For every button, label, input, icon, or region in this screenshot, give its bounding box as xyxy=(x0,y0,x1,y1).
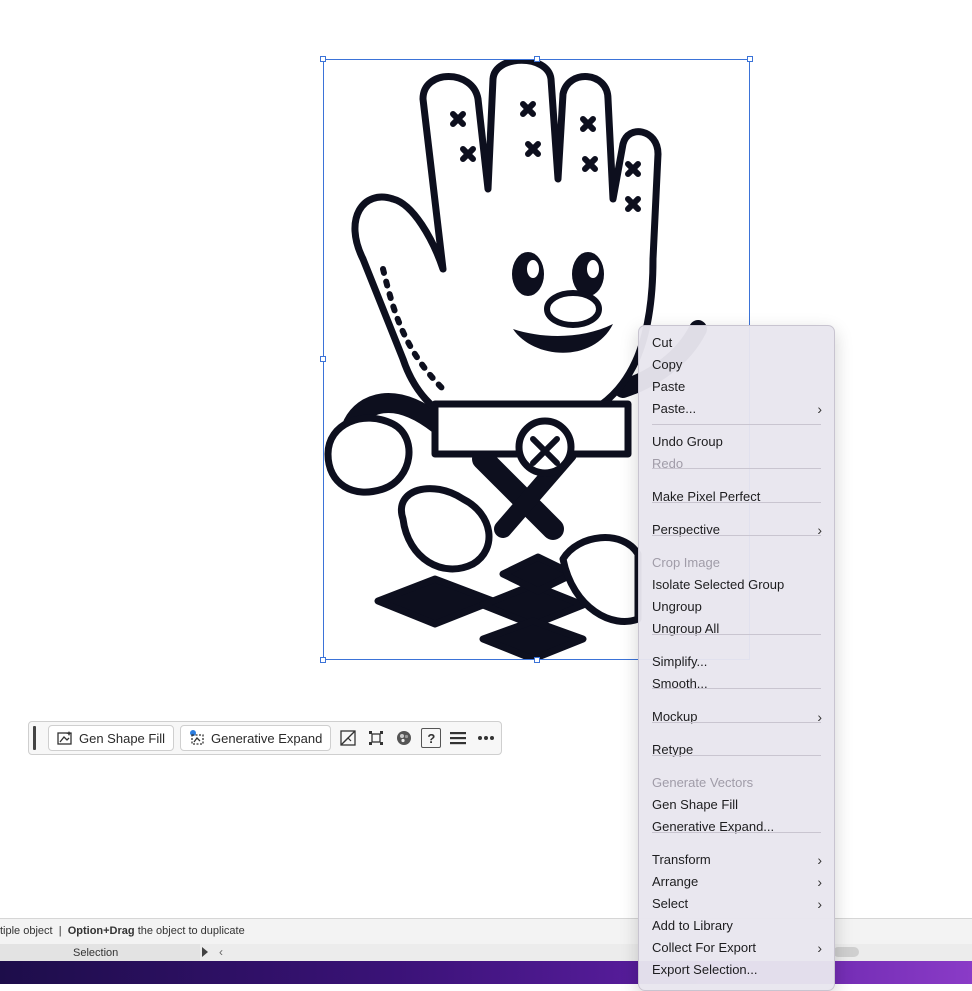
submenu-chevron-icon: › xyxy=(817,940,822,956)
menu-item-ungroup[interactable]: Ungroup xyxy=(652,596,822,618)
menu-item-label: Cut xyxy=(652,335,673,350)
menu-item-label: Select xyxy=(652,896,689,911)
resize-handle-top-left[interactable] xyxy=(320,56,326,62)
menu-separator xyxy=(652,502,821,503)
submenu-chevron-icon: › xyxy=(817,522,822,538)
contextual-task-bar: Gen Shape Fill Generative Expand ? xyxy=(28,721,502,755)
tool-menu-arrow-icon[interactable] xyxy=(202,947,208,957)
resize-handle-bottom-left[interactable] xyxy=(320,657,326,663)
menu-item-simplify[interactable]: Simplify... xyxy=(652,651,822,673)
more-options-button[interactable] xyxy=(475,727,497,749)
current-tool-label: Selection xyxy=(73,947,119,959)
resize-handle-top-middle[interactable] xyxy=(534,56,540,62)
submenu-chevron-icon: › xyxy=(817,896,822,912)
menu-item-mockup[interactable]: Mockup › xyxy=(652,706,822,728)
menu-item-label: Generate Vectors xyxy=(652,775,754,790)
menu-item-label: Isolate Selected Group xyxy=(652,577,785,592)
generative-expand-icon xyxy=(190,730,204,745)
menu-item-label: Undo Group xyxy=(652,434,723,449)
menu-item-undo-group[interactable]: Undo Group xyxy=(652,431,822,453)
more-icon xyxy=(478,736,495,740)
submenu-chevron-icon: › xyxy=(817,709,822,725)
menu-item-crop-image: Crop Image xyxy=(652,552,822,574)
resize-handle-middle-left[interactable] xyxy=(320,356,326,362)
menu-separator xyxy=(652,722,821,723)
submenu-chevron-icon: › xyxy=(817,874,822,890)
menu-item-generative-expand[interactable]: Generative Expand... xyxy=(652,816,822,838)
recolor-button[interactable] xyxy=(393,727,415,749)
menu-item-label: Transform xyxy=(652,852,711,867)
context-menu: Cut Copy Paste Paste... › Undo Group Redo Make … xyxy=(638,325,835,991)
menu-item-export-selection[interactable]: Export Selection... xyxy=(652,959,822,981)
menu-item-label: Paste xyxy=(652,379,686,394)
menu-item-paste[interactable]: Paste... › xyxy=(652,398,822,420)
menu-item-copy[interactable]: Copy xyxy=(652,354,822,376)
menu-item-label: Gen Shape Fill xyxy=(652,797,738,812)
scroll-left-arrow-icon[interactable]: ‹ xyxy=(219,944,223,961)
recolor-icon xyxy=(397,731,412,745)
resize-handle-top-right[interactable] xyxy=(747,56,753,62)
resize-handle-bottom-middle[interactable] xyxy=(534,657,540,663)
status-divider: | xyxy=(58,925,62,937)
menu-item-perspective[interactable]: Perspective › xyxy=(652,519,822,541)
menu-item-redo: Redo xyxy=(652,453,822,475)
scrollbar-thumb[interactable] xyxy=(833,947,859,957)
menu-item-select[interactable]: Select › xyxy=(652,893,822,915)
gen-shape-fill-label: Gen Shape Fill xyxy=(79,730,165,746)
menu-separator xyxy=(652,634,821,635)
status-hint-key: Option+Drag xyxy=(67,925,135,937)
gen-shape-fill-button[interactable]: Gen Shape Fill xyxy=(48,725,174,751)
mask-button[interactable] xyxy=(337,727,359,749)
menu-item-generate-vectors: Generate Vectors xyxy=(652,772,822,794)
current-tool-indicator[interactable]: Selection xyxy=(0,944,200,961)
menu-separator xyxy=(652,688,821,689)
mask-icon xyxy=(340,730,356,746)
menu-item-collect-for-export[interactable]: Collect For Export › xyxy=(652,937,822,959)
menu-separator xyxy=(652,468,821,469)
menu-item-isolate-selected-group[interactable]: Isolate Selected Group xyxy=(652,574,822,596)
menu-item-label: Copy xyxy=(652,357,683,372)
menu-item-paste[interactable]: Paste xyxy=(652,376,822,398)
menu-item-arrange[interactable]: Arrange › xyxy=(652,871,822,893)
menu-separator xyxy=(652,535,821,536)
menu-item-label: Export Selection... xyxy=(652,962,758,977)
drag-grip-handle[interactable] xyxy=(33,726,36,750)
menu-item-transform[interactable]: Transform › xyxy=(652,849,822,871)
transform-button[interactable] xyxy=(365,727,387,749)
menu-item-gen-shape-fill[interactable]: Gen Shape Fill xyxy=(652,794,822,816)
gen-shape-fill-icon xyxy=(57,731,72,745)
help-icon: ? xyxy=(427,730,436,746)
generative-expand-button[interactable]: Generative Expand xyxy=(180,725,332,751)
menu-separator xyxy=(652,832,821,833)
menu-item-make-pixel-perfect[interactable]: Make Pixel Perfect xyxy=(652,486,822,508)
menu-item-cut[interactable]: Cut xyxy=(652,332,822,354)
status-hint-text: the object to duplicate xyxy=(137,925,245,937)
menu-item-label: Simplify... xyxy=(652,654,708,669)
transform-icon xyxy=(369,731,384,745)
menu-item-label: Collect For Export xyxy=(652,940,757,955)
menu-separator xyxy=(652,755,821,756)
menu-item-label: Paste... xyxy=(652,401,697,416)
menu-item-label: Crop Image xyxy=(652,555,720,570)
menu-item-retype[interactable]: Retype xyxy=(652,739,822,761)
menu-item-ungroup-all[interactable]: Ungroup All xyxy=(652,618,822,640)
menu-separator xyxy=(652,424,821,425)
menu-item-label: Add to Library xyxy=(652,918,733,933)
menu-item-label: Arrange xyxy=(652,874,699,889)
submenu-chevron-icon: › xyxy=(817,401,822,417)
submenu-chevron-icon: › xyxy=(817,852,822,868)
properties-menu-button[interactable] xyxy=(447,727,469,749)
status-prefix: tiple object xyxy=(0,925,53,937)
help-button[interactable]: ? xyxy=(421,728,442,748)
menu-item-add-to-library[interactable]: Add to Library xyxy=(652,915,822,937)
generative-expand-label: Generative Expand xyxy=(211,730,323,746)
menu-item-label: Ungroup xyxy=(652,599,702,614)
menu-icon xyxy=(450,732,467,745)
menu-item-smooth[interactable]: Smooth... xyxy=(652,673,822,695)
